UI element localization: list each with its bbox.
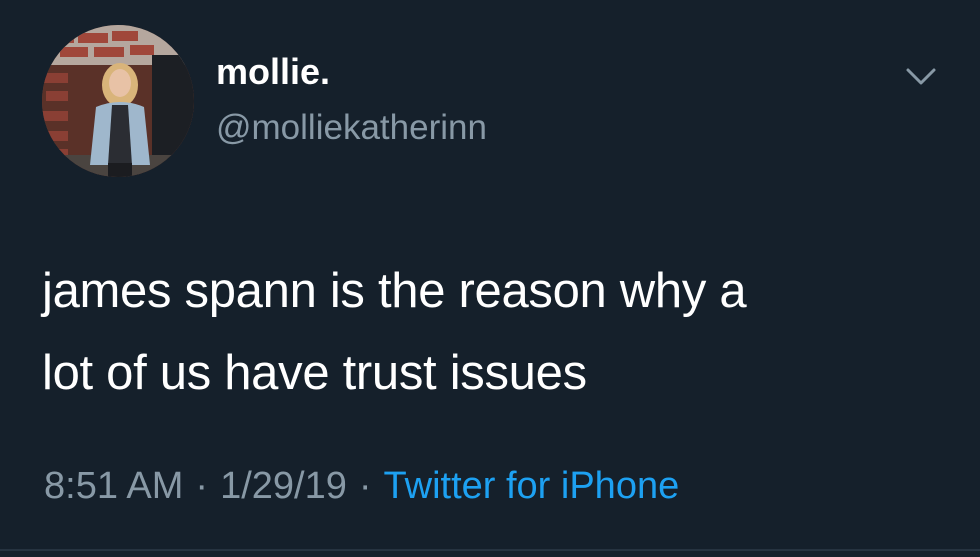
chevron-down-icon[interactable]: [898, 62, 944, 92]
tweet-time[interactable]: 8:51 AM: [44, 465, 183, 507]
user-handle[interactable]: @molliekatherinn: [216, 106, 487, 150]
avatar-photo: [42, 25, 194, 177]
tweet-source-link[interactable]: Twitter for iPhone: [384, 465, 680, 507]
avatar[interactable]: [42, 25, 194, 177]
tweet-card: mollie. @molliekatherinn james spann is …: [0, 0, 980, 557]
tweet-meta: 8:51 AM · 1/29/19 · Twitter for iPhone: [44, 462, 679, 510]
meta-separator: ·: [195, 465, 209, 507]
tweet-text-line: james spann is the reason why a: [42, 264, 747, 318]
tweet-text-line: lot of us have trust issues: [42, 346, 587, 400]
divider: [0, 549, 980, 551]
meta-separator: ·: [358, 465, 372, 507]
tweet-text: james spann is the reason why a lot of u…: [42, 250, 942, 414]
display-name[interactable]: mollie.: [216, 50, 330, 94]
tweet-date[interactable]: 1/29/19: [220, 465, 347, 507]
